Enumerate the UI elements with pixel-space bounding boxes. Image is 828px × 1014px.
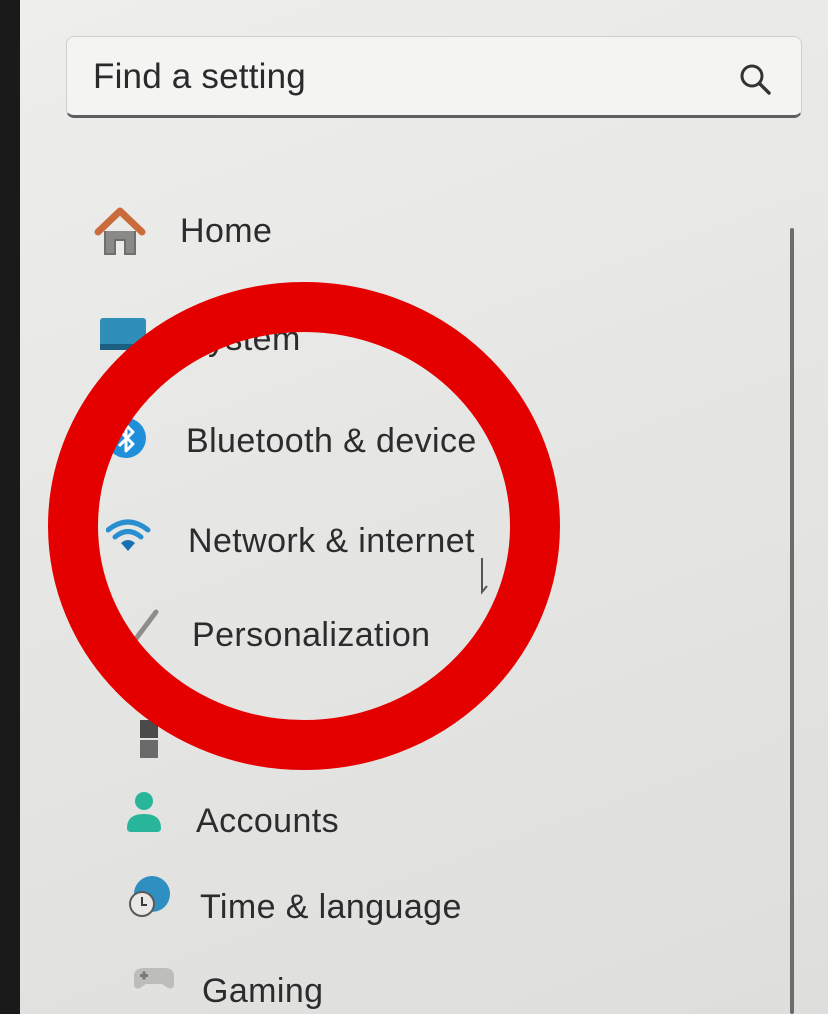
nav-label-time-language: Time & language bbox=[200, 888, 462, 926]
settings-window: Find a setting Home ystem Bluetooth & de… bbox=[20, 0, 828, 1014]
mouse-cursor-icon bbox=[481, 558, 488, 595]
nav-item-personalization[interactable]: Personalization bbox=[120, 608, 520, 678]
globe-clock-icon bbox=[129, 876, 170, 917]
home-icon bbox=[94, 207, 146, 255]
nav-item-time-language[interactable]: Time & language bbox=[126, 876, 526, 946]
nav-item-accounts[interactable]: Accounts bbox=[124, 790, 484, 860]
nav-label-gaming: Gaming bbox=[202, 972, 324, 1010]
nav-label-personalization: Personalization bbox=[192, 616, 431, 654]
nav-label-apps: pps bbox=[228, 714, 285, 752]
nav-item-system[interactable]: ystem bbox=[98, 312, 458, 382]
apps-icon bbox=[140, 720, 158, 758]
person-icon bbox=[127, 792, 161, 832]
nav-pane: Home ystem Bluetooth & device Network & … bbox=[20, 0, 828, 1014]
gamepad-icon bbox=[134, 968, 174, 989]
brush-icon bbox=[124, 609, 159, 652]
nav-label-bluetooth: Bluetooth & device bbox=[186, 422, 477, 460]
nav-label-system: ystem bbox=[208, 320, 301, 358]
selected-indicator bbox=[82, 512, 88, 554]
nav-item-home[interactable]: Home bbox=[92, 204, 452, 274]
nav-item-gaming[interactable]: Gaming bbox=[130, 962, 490, 1014]
bluetooth-icon bbox=[106, 418, 146, 458]
nav-label-accounts: Accounts bbox=[196, 802, 340, 840]
nav-label-network: Network & internet bbox=[188, 522, 475, 560]
nav-label-home: Home bbox=[180, 212, 273, 250]
monitor-icon bbox=[100, 318, 146, 350]
nav-item-apps[interactable]: pps bbox=[140, 712, 500, 782]
wifi-icon bbox=[106, 519, 151, 551]
nav-scrollbar[interactable] bbox=[790, 228, 794, 1014]
nav-item-bluetooth[interactable]: Bluetooth & device bbox=[106, 414, 526, 484]
